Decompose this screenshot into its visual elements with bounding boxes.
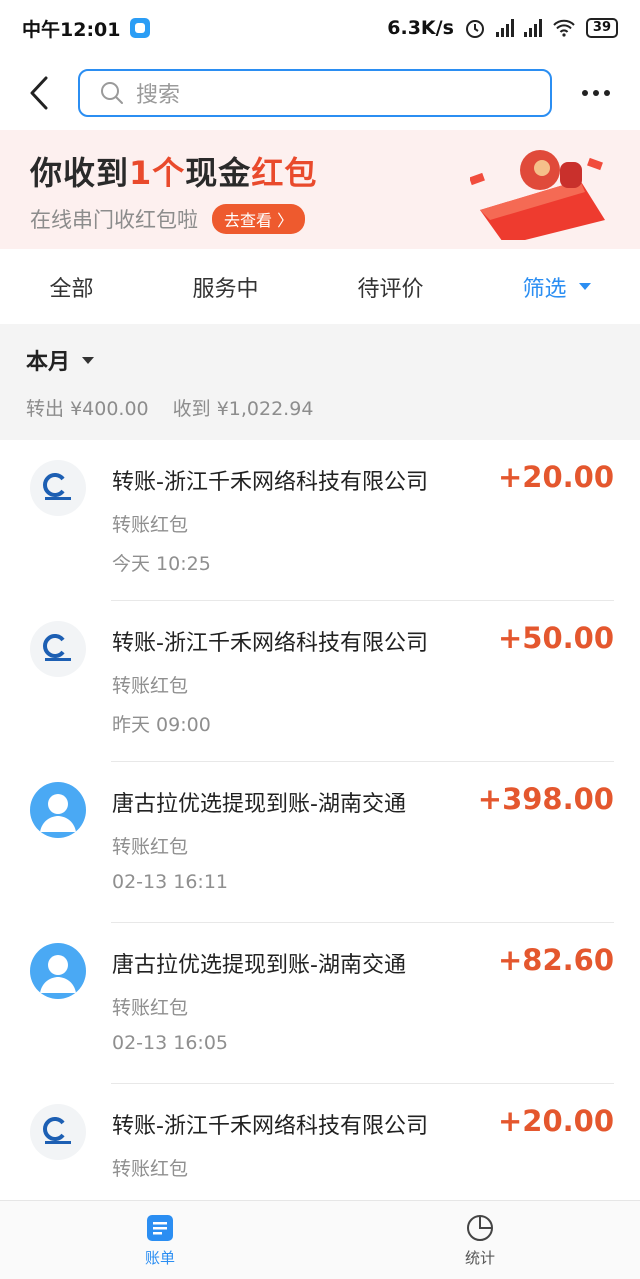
status-time: 中午12:01	[22, 18, 121, 41]
item-name: 唐古拉优选提现到账-湖南交通	[112, 953, 406, 978]
qianhe-logo-icon	[30, 621, 86, 677]
list-item[interactable]: 转账-浙江千禾网络科技有限公司 +20.00 转账红包 今天 10:25	[0, 440, 640, 601]
search-placeholder: 搜索	[136, 83, 181, 108]
item-name: 转账-浙江千禾网络科技有限公司	[112, 1114, 428, 1139]
red-envelope-illustration	[470, 150, 605, 240]
item-type: 转账红包	[112, 836, 189, 858]
item-type: 转账红包	[112, 1158, 189, 1180]
top-bar: 搜索	[0, 56, 640, 130]
caret-down-icon	[82, 356, 95, 364]
user-avatar-icon	[30, 943, 86, 999]
back-button[interactable]	[24, 73, 54, 113]
item-amount: +50.00	[497, 621, 614, 655]
transaction-list: 转账-浙江千禾网络科技有限公司 +20.00 转账红包 今天 10:25 转账-…	[0, 440, 640, 1200]
tab-filter[interactable]: 筛选	[522, 271, 591, 303]
signal-icon	[495, 19, 514, 37]
status-left: 中午12:01	[22, 15, 151, 42]
item-type: 转账红包	[112, 514, 189, 536]
search-icon	[101, 82, 123, 104]
item-time: 02-13 16:05	[112, 1032, 229, 1054]
banner-subtitle: 在线串门收红包啦	[30, 208, 198, 232]
filter-label: 筛选	[522, 276, 567, 302]
search-input[interactable]: 搜索	[78, 69, 552, 117]
total-in: 收到 ¥1,022.94	[172, 398, 314, 420]
tab-to-review[interactable]: 待评价	[357, 271, 423, 303]
item-amount: +82.60	[497, 943, 614, 977]
battery-icon: 39	[585, 18, 618, 38]
user-avatar-icon	[30, 782, 86, 838]
item-amount: +20.00	[497, 1104, 614, 1138]
item-time: 02-13 16:11	[112, 871, 229, 893]
month-totals: 转出 ¥400.00 收到 ¥1,022.94	[26, 394, 614, 421]
network-speed: 6.3K/s	[387, 17, 454, 39]
app-notification-icon	[130, 18, 151, 38]
view-button[interactable]: 去查看 〉	[212, 204, 306, 234]
nav-stats-label: 统计	[464, 1248, 495, 1267]
nav-stats[interactable]: 统计	[320, 1201, 640, 1279]
item-time: 今天 10:25	[112, 553, 211, 575]
caret-down-icon	[578, 283, 591, 290]
tab-serving[interactable]: 服务中	[192, 271, 258, 303]
item-name: 唐古拉优选提现到账-湖南交通	[112, 792, 406, 817]
wifi-icon	[553, 19, 575, 37]
list-item[interactable]: 转账-浙江千禾网络科技有限公司 +50.00 转账红包 昨天 09:00	[0, 601, 640, 762]
list-item[interactable]: 转账-浙江千禾网络科技有限公司 +20.00 转账红包	[0, 1084, 640, 1200]
total-out: 转出 ¥400.00	[26, 398, 149, 420]
status-bar: 中午12:01 6.3K/s 39	[0, 0, 640, 56]
item-type: 转账红包	[112, 675, 189, 697]
month-label: 本月	[26, 350, 71, 375]
qianhe-logo-icon	[30, 1104, 86, 1160]
month-selector[interactable]: 本月	[26, 344, 614, 376]
bill-icon	[147, 1214, 173, 1241]
signal-icon-2	[523, 19, 542, 37]
filter-tabs: 全部 服务中 待评价 筛选	[0, 249, 640, 324]
item-name: 转账-浙江千禾网络科技有限公司	[112, 470, 428, 495]
item-type: 转账红包	[112, 997, 189, 1019]
red-packet-banner[interactable]: 你收到1个现金红包 在线串门收红包啦 去查看 〉	[0, 130, 640, 249]
nav-bill[interactable]: 账单	[0, 1201, 320, 1279]
nav-bill-label: 账单	[144, 1248, 175, 1267]
item-amount: +398.00	[477, 782, 614, 816]
tab-all[interactable]: 全部	[49, 271, 93, 303]
bottom-nav: 账单 统计	[0, 1200, 640, 1279]
chevron-left-icon	[30, 76, 48, 110]
alarm-icon	[465, 20, 484, 38]
list-item[interactable]: 唐古拉优选提现到账-湖南交通 +82.60 转账红包 02-13 16:05	[0, 923, 640, 1084]
item-time: 昨天 09:00	[112, 714, 211, 736]
month-summary: 本月 转出 ¥400.00 收到 ¥1,022.94	[0, 324, 640, 440]
qianhe-logo-icon	[30, 460, 86, 516]
list-item[interactable]: 唐古拉优选提现到账-湖南交通 +398.00 转账红包 02-13 16:11	[0, 762, 640, 923]
more-menu-button[interactable]	[576, 90, 616, 96]
item-name: 转账-浙江千禾网络科技有限公司	[112, 631, 428, 656]
pie-chart-icon	[467, 1214, 493, 1241]
status-right: 6.3K/s 39	[387, 17, 618, 39]
item-amount: +20.00	[497, 460, 614, 494]
